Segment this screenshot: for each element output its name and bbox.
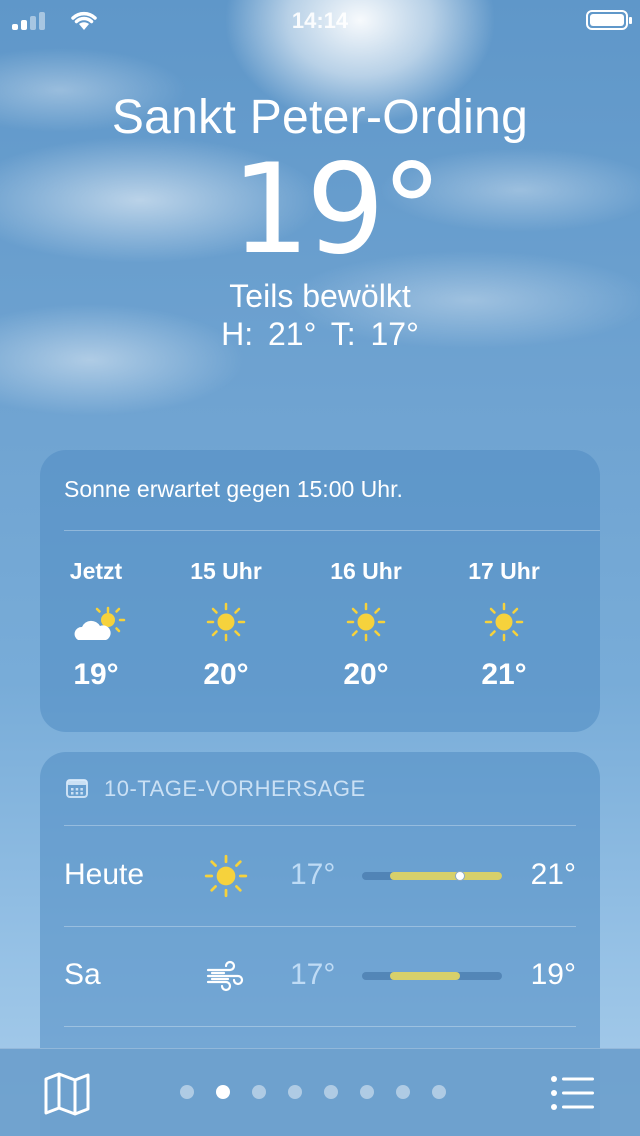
status-clock: 14:14 xyxy=(291,8,349,33)
hourly-list[interactable]: Jetzt 19° 15 Uhr 20° 16 Uhr 20° 17 Uhr 2… xyxy=(40,558,600,708)
hour-label: 15 Uhr xyxy=(190,558,262,584)
page-dot[interactable] xyxy=(180,1085,194,1099)
forecast-section-title: 10-TAGE-VORHERSAGE xyxy=(104,776,366,801)
hour-temperature: 19° xyxy=(73,658,119,691)
list-icon[interactable] xyxy=(548,1073,598,1113)
page-dot[interactable] xyxy=(288,1085,302,1099)
current-temperature: 19° xyxy=(231,138,443,282)
city-name: Sankt Peter-Ording xyxy=(111,91,529,144)
hour-label: 16 Uhr xyxy=(330,558,402,584)
page-dot[interactable] xyxy=(360,1085,374,1099)
hour-label: Jetzt xyxy=(69,558,123,584)
divider xyxy=(64,1026,576,1027)
current-temperature-dot xyxy=(455,871,465,881)
hour-temperature: 21° xyxy=(481,658,527,691)
page-dot[interactable] xyxy=(252,1085,266,1099)
hour-item: Jetzt 19° xyxy=(46,558,146,692)
day-high-temperature: 19° xyxy=(530,958,576,991)
hour-item: 17 Uhr 21° xyxy=(454,558,554,692)
page-dot-active[interactable] xyxy=(216,1085,230,1099)
day-name: Sa xyxy=(64,958,101,991)
map-icon[interactable] xyxy=(42,1071,92,1117)
page-dot[interactable] xyxy=(396,1085,410,1099)
hour-item: 16 Uhr 20° xyxy=(316,558,416,692)
hourly-summary: Sonne erwartet gegen 15:00 Uhr. xyxy=(64,476,403,502)
day-low-temperature: 17° xyxy=(290,858,336,891)
temperature-range-bar xyxy=(362,871,502,881)
page-dot[interactable] xyxy=(432,1085,446,1099)
page-dot[interactable] xyxy=(324,1085,338,1099)
calendar-icon xyxy=(66,779,88,798)
day-high-temperature: 21° xyxy=(530,858,576,891)
battery-icon xyxy=(586,10,632,30)
day-low-temperature: 17° xyxy=(290,958,336,991)
hour-label: 17 Uhr xyxy=(468,558,540,584)
divider xyxy=(64,530,600,531)
hour-temperature: 20° xyxy=(343,658,389,691)
hour-item: 15 Uhr 20° xyxy=(176,558,276,692)
hourly-forecast-card[interactable]: Sonne erwartet gegen 15:00 Uhr. Jetzt 19… xyxy=(40,450,600,732)
temperature-range-fill xyxy=(390,872,502,880)
sun-icon xyxy=(176,588,276,658)
hour-temperature: 20° xyxy=(203,658,249,691)
sun-icon xyxy=(204,854,248,898)
partly-cloudy-icon xyxy=(46,588,146,658)
wind-icon xyxy=(206,960,244,992)
weather-condition: Teils bewölkt xyxy=(229,278,411,314)
day-name: Heute xyxy=(64,858,145,891)
temperature-range-fill xyxy=(390,972,460,980)
day-row-heute[interactable]: Heute 17° 21° xyxy=(64,826,576,926)
sun-icon xyxy=(454,588,554,658)
status-bar: 14:14 xyxy=(0,0,640,40)
bottom-toolbar xyxy=(0,1048,640,1136)
high-low-temperature: H: 21° T: 17° xyxy=(221,316,419,352)
day-row-sa[interactable]: Sa 17° 19° xyxy=(64,926,576,1026)
temperature-range-bar xyxy=(362,972,502,980)
sun-icon xyxy=(316,588,416,658)
